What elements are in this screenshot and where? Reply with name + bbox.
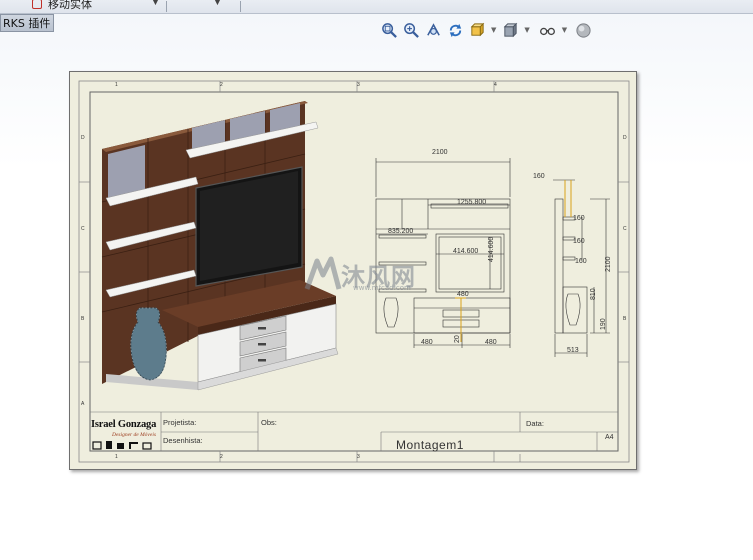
zone-letter: D xyxy=(623,135,627,141)
desenhista-label: Desenhista: xyxy=(163,436,203,445)
company-logo: Israel Gonzaga Designer de Móveis xyxy=(90,419,162,452)
dimension-label[interactable]: 2100 xyxy=(605,256,612,272)
zone-letter: B xyxy=(81,316,85,322)
chevron-down-icon[interactable]: ▼ xyxy=(562,26,567,34)
previous-view-icon[interactable] xyxy=(424,21,442,39)
dimension-label[interactable]: 480 xyxy=(457,291,469,298)
zone-number: 3 xyxy=(357,454,360,460)
zone-number: 2 xyxy=(220,82,223,88)
dimension-label[interactable]: 513 xyxy=(567,347,579,354)
heads-up-view-toolbar: ▼ ▼ ▼ xyxy=(380,19,592,41)
zone-letter: B xyxy=(623,316,627,322)
side-view[interactable] xyxy=(553,179,610,357)
projetista-label: Projetista: xyxy=(163,418,197,427)
isometric-view[interactable] xyxy=(101,101,339,391)
zone-letter: C xyxy=(623,226,627,232)
toolbar-divider xyxy=(240,1,241,12)
dimension-label[interactable]: 480 xyxy=(485,339,497,346)
top-toolbar: 移动实体 ▼ ▼ xyxy=(0,0,753,14)
dimension-label[interactable]: 835.200 xyxy=(388,228,413,235)
rebuild-icon[interactable] xyxy=(446,21,464,39)
zone-number: 1 xyxy=(115,82,118,88)
hide-show-icon[interactable] xyxy=(539,21,557,39)
chevron-down-icon[interactable]: ▼ xyxy=(214,0,221,7)
furniture-icons xyxy=(92,441,152,450)
drawing-canvas xyxy=(78,80,630,463)
data-label: Data: xyxy=(526,419,544,428)
dimension-label[interactable]: 810 xyxy=(590,288,597,300)
move-body-label: 移动实体 xyxy=(48,0,92,11)
tab-rks-plugin[interactable]: RKS 插件 xyxy=(0,14,54,32)
zone-letter: A xyxy=(81,401,85,407)
zoom-to-fit-icon[interactable] xyxy=(380,21,398,39)
drawing-sheet[interactable]: 1 2 3 4 1 2 3 D C B A D C B 2100 1255.80… xyxy=(69,71,637,470)
sheet-size: A4 xyxy=(605,434,614,441)
drawing-name[interactable]: Montagem1 xyxy=(396,439,464,451)
dimension-label[interactable]: 20 xyxy=(454,335,461,343)
company-name: Israel Gonzaga xyxy=(91,419,157,430)
zone-number: 2 xyxy=(220,454,223,460)
dimension-label[interactable]: 1255.800 xyxy=(457,199,486,206)
dimension-label[interactable]: 414.600 xyxy=(453,248,478,255)
dimension-label[interactable]: 480 xyxy=(421,339,433,346)
zone-number: 1 xyxy=(115,454,118,460)
move-body-icon xyxy=(32,0,42,9)
dimension-label[interactable]: 414.600 xyxy=(488,237,495,262)
dimension-label[interactable]: 160 xyxy=(573,215,585,222)
chevron-down-icon[interactable]: ▼ xyxy=(491,26,496,34)
toolbar-divider xyxy=(166,1,167,12)
zone-number: 4 xyxy=(494,82,497,88)
chevron-down-icon[interactable]: ▼ xyxy=(152,0,159,7)
display-style-icon[interactable] xyxy=(501,21,519,39)
zoom-area-icon[interactable] xyxy=(402,21,420,39)
side-view-highlight xyxy=(564,180,572,217)
dimension-label[interactable]: 160 xyxy=(575,258,587,265)
dimension-label[interactable]: 160 xyxy=(533,173,545,180)
obs-label: Obs: xyxy=(261,418,277,427)
dimension-label[interactable]: 190 xyxy=(600,318,607,330)
appearance-icon[interactable] xyxy=(574,21,592,39)
zone-number: 3 xyxy=(357,82,360,88)
tab-rks-plugin-label: RKS 插件 xyxy=(3,17,51,30)
chevron-down-icon[interactable]: ▼ xyxy=(524,26,529,34)
dimension-label[interactable]: 160 xyxy=(573,238,585,245)
company-subtitle: Designer de Móveis xyxy=(112,432,156,438)
move-body-command[interactable]: 移动实体 xyxy=(32,0,92,12)
dimension-label[interactable]: 2100 xyxy=(432,149,448,156)
zone-letter: D xyxy=(81,135,85,141)
view-orientation-icon[interactable] xyxy=(468,21,486,39)
zone-letter: C xyxy=(81,226,85,232)
